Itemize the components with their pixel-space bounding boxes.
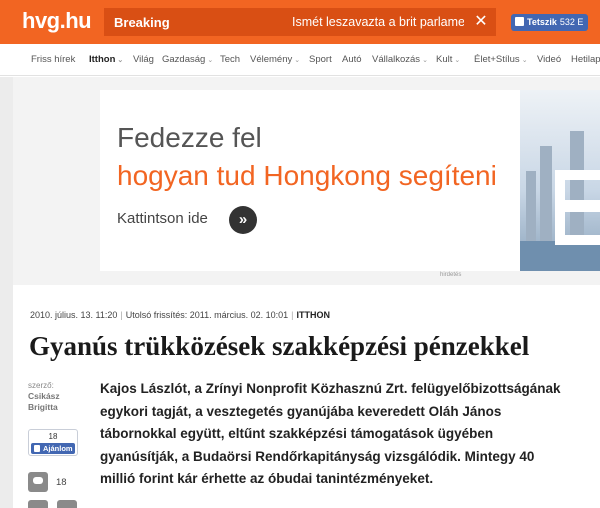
ad-label: hirdetés	[440, 272, 462, 278]
nav-item-video[interactable]: Videó	[537, 54, 561, 65]
site-logo[interactable]: hvg.hu	[22, 8, 92, 34]
share-count: 18	[48, 432, 58, 441]
nav-label: Autó	[342, 54, 362, 65]
nav-item-friss-hirek[interactable]: Friss hírek	[31, 54, 75, 65]
print-icon[interactable]	[57, 500, 77, 508]
double-arrow-icon[interactable]: »	[229, 206, 257, 234]
harbor-water	[520, 241, 600, 271]
ad-cta-text[interactable]: Kattintson ide	[117, 210, 208, 227]
article-lead: Kajos Lászlót, a Zrínyi Nonprofit Közhas…	[100, 381, 561, 486]
ad-brand-mark-bar	[555, 200, 600, 212]
facebook-like-button[interactable]: Tetszik 532 E	[511, 14, 589, 31]
top-bar: hvg.hu Breaking Ismét leszavazta a brit …	[0, 0, 600, 44]
chevron-down-icon: ⌄	[521, 57, 528, 64]
nav-label: Kult	[436, 54, 453, 65]
nav-item-vallalkozas[interactable]: Vállalkozás ⌄	[372, 54, 428, 65]
nav-label: Világ	[133, 54, 154, 65]
section-link[interactable]: ITTHON	[297, 310, 331, 320]
chevron-down-icon: ⌄	[422, 57, 428, 64]
chevron-down-icon: ⌄	[117, 57, 124, 64]
nav-item-elet-stilus[interactable]: Élet+Stílus ⌄	[474, 54, 528, 65]
nav-label: Gazdaság	[162, 54, 206, 65]
facebook-icon	[34, 445, 40, 452]
nav-label: Itthon	[89, 54, 116, 65]
nav-label: Vállalkozás	[372, 54, 421, 65]
chevron-down-icon: ⌄	[454, 57, 461, 64]
ad-subheadline: hogyan tud Hongkong segíteni	[117, 160, 497, 191]
facebook-like-label: Tetszik	[527, 17, 557, 27]
advertisement-banner[interactable]: Fedezze fel hogyan tud Hongkong segíteni…	[100, 90, 600, 271]
meta-separator: |	[291, 310, 294, 320]
comment-icon[interactable]	[28, 472, 48, 492]
breaking-headline[interactable]: Ismét leszavazta a brit parlament a	[292, 15, 464, 29]
share-icon[interactable]	[28, 500, 48, 508]
chevron-down-icon: ⌄	[207, 57, 214, 64]
nav-label: Videó	[537, 54, 562, 65]
main-navigation: Friss hírek Itthon ⌄ Világ Gazdaság ⌄ Tech…	[0, 44, 600, 76]
meta-separator: |	[120, 310, 123, 320]
author-name[interactable]: Csikász Brigitta	[28, 391, 78, 413]
nav-item-kult[interactable]: Kult ⌄	[436, 54, 460, 65]
nav-item-itthon[interactable]: Itthon ⌄	[89, 54, 123, 65]
nav-label: Hetilap	[571, 54, 600, 65]
facebook-recommend-button[interactable]: Ajánlom	[31, 443, 75, 454]
nav-item-auto[interactable]: Autó	[342, 54, 362, 65]
nav-item-sport[interactable]: Sport	[309, 54, 332, 65]
nav-label: Élet+Stílus	[474, 54, 520, 65]
close-icon[interactable]: ✕	[466, 8, 496, 36]
nav-item-hetilap[interactable]: Hetilap	[571, 54, 600, 65]
nav-label: Vélemény	[250, 54, 293, 65]
article-title: Gyanús trükközések szakképzési pénzekkel	[29, 331, 530, 361]
comment-count: 18	[56, 477, 67, 488]
article-meta: 2010. július. 13. 11:20 | Utolsó frissítés…	[30, 310, 330, 320]
nav-item-vilag[interactable]: Világ	[133, 54, 154, 65]
update-date: Utolsó frissítés: 2011. március. 02. 10:…	[125, 310, 289, 320]
nav-label: Friss hírek	[31, 54, 76, 65]
recommend-label: Ajánlom	[43, 444, 73, 453]
publish-date: 2010. július. 13. 11:20	[30, 310, 118, 320]
facebook-recommend-box: 18 Ajánlom	[28, 429, 78, 456]
nav-item-gazdasag[interactable]: Gazdaság ⌄	[162, 54, 213, 65]
nav-item-velemeny[interactable]: Vélemény ⌄	[250, 54, 300, 65]
building-shape	[526, 171, 536, 241]
breaking-label: Breaking	[114, 15, 170, 30]
nav-label: Tech	[220, 54, 241, 65]
ad-headline: Fedezze fel	[117, 122, 262, 153]
chevron-down-icon: ⌄	[294, 57, 301, 64]
building-shape	[540, 146, 552, 241]
thumbs-up-icon	[515, 17, 524, 26]
page-side-strip	[0, 77, 13, 508]
nav-item-tech[interactable]: Tech	[220, 54, 240, 65]
breaking-news-bar[interactable]: Breaking Ismét leszavazta a brit parlame…	[104, 8, 496, 36]
author-label: szerző:	[28, 381, 54, 390]
facebook-like-count: 532 E	[559, 17, 584, 27]
nav-label: Sport	[309, 54, 332, 65]
